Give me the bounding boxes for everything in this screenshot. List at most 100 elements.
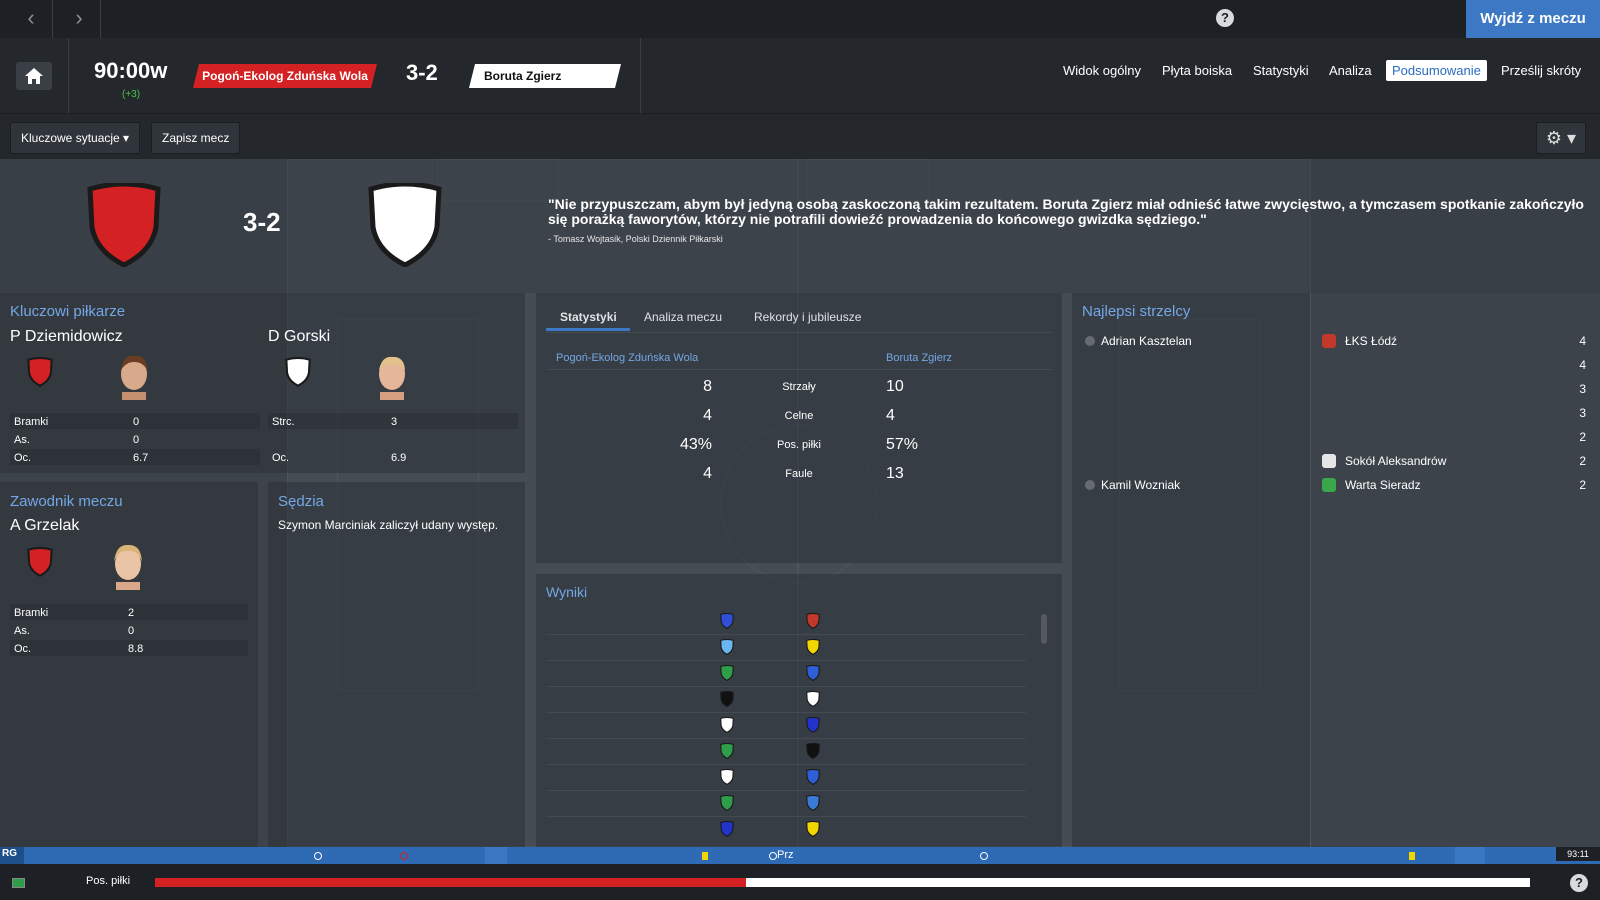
exit-match-button[interactable]: Wyjdź z meczu	[1466, 0, 1600, 38]
timeline-clock: 93:11	[1556, 847, 1600, 861]
home-key-player-name[interactable]: P Dziemidowicz	[10, 328, 123, 346]
referee-title: Sędzia	[278, 493, 324, 510]
tab-upload-highlights[interactable]: Prześlij skróty	[1495, 60, 1587, 81]
forward-button[interactable]: ›	[64, 0, 94, 36]
tab-summary[interactable]: Podsumowanie	[1386, 60, 1487, 81]
divider	[52, 0, 53, 38]
stat-label: Oc.	[14, 643, 32, 655]
scorer-goals: 2	[1579, 454, 1586, 468]
flag-icon	[12, 878, 25, 888]
result-row[interactable]	[546, 637, 1036, 659]
info-icon[interactable]	[1085, 336, 1095, 346]
goal-marker-icon[interactable]	[980, 852, 988, 860]
home-club-shield-icon	[720, 794, 734, 816]
match-timeline[interactable]	[0, 847, 1600, 864]
gear-icon: ⚙ ▾	[1545, 128, 1577, 148]
result-row[interactable]	[546, 741, 1036, 763]
result-row[interactable]	[546, 611, 1036, 633]
stat-value: 0	[128, 625, 135, 637]
stat-value: 6.9	[391, 452, 407, 464]
home-shots: 8	[703, 378, 712, 395]
home-on-target: 4	[703, 407, 712, 424]
home-button[interactable]	[16, 62, 52, 90]
scorer-name[interactable]: Kamil Wozniak	[1101, 478, 1180, 492]
home-club-shield-icon	[27, 357, 53, 387]
help-icon[interactable]: ?	[1570, 874, 1588, 892]
stats-away-team[interactable]: Boruta Zgierz	[886, 352, 952, 364]
possession-label: Pos. piłki	[86, 875, 131, 887]
match-stats-panel	[536, 293, 1062, 563]
home-icon	[25, 68, 43, 84]
scorer-club[interactable]: ŁKS Łódź	[1345, 334, 1397, 348]
tab-analysis[interactable]: Analiza	[1323, 60, 1378, 81]
player-photo	[114, 544, 142, 590]
result-row[interactable]	[546, 767, 1036, 789]
tab-pitch[interactable]: Płyta boiska	[1156, 60, 1238, 81]
result-row[interactable]	[546, 715, 1036, 737]
summary-score: 3-2	[243, 207, 281, 237]
home-club-shield-icon	[720, 612, 734, 634]
goal-marker-icon[interactable]	[400, 852, 408, 860]
stat-label: As.	[14, 625, 30, 637]
stat-label: Faule	[785, 468, 813, 480]
scorer-club[interactable]: Warta Sieradz	[1345, 478, 1421, 492]
results-scrollbar[interactable]	[1041, 614, 1047, 644]
scorer-goals: 4	[1579, 334, 1586, 348]
stats-home-team[interactable]: Pogoń-Ekolog Zduńska Wola	[556, 352, 698, 364]
scorer-name[interactable]: Adrian Kasztelan	[1101, 334, 1192, 348]
away-club-shield-icon	[806, 690, 820, 712]
tab-records[interactable]: Rekordy i jubileusze	[754, 310, 861, 324]
referee-text: Szymon Marciniak zaliczył udany występ.	[278, 518, 499, 532]
stat-label: Pos. piłki	[776, 439, 822, 451]
away-club-shield-icon	[806, 716, 820, 738]
yellow-card-icon[interactable]	[1409, 852, 1415, 860]
help-icon[interactable]: ?	[1216, 9, 1234, 27]
settings-button[interactable]: ⚙ ▾	[1536, 122, 1586, 154]
tab-stats[interactable]: Statystyki	[1247, 60, 1315, 81]
away-club-shield-icon	[806, 664, 820, 686]
stat-label: Oc.	[272, 452, 290, 464]
result-row[interactable]	[546, 689, 1036, 711]
scorer-goals: 3	[1579, 406, 1586, 420]
divider	[640, 38, 641, 113]
save-match-button[interactable]: Zapisz mecz	[151, 122, 241, 154]
home-club-shield-icon	[720, 742, 734, 764]
stat-value: 6.7	[133, 452, 149, 464]
result-row[interactable]	[546, 793, 1036, 815]
scorer-goals: 2	[1579, 478, 1586, 492]
scorer-club[interactable]: Sokół Aleksandrów	[1345, 454, 1446, 468]
tab-statistics[interactable]: Statystyki	[560, 310, 617, 324]
goal-marker-icon[interactable]	[314, 852, 322, 860]
stat-value: 0	[133, 416, 140, 428]
result-row[interactable]	[546, 663, 1036, 685]
away-team-shield-icon	[368, 183, 442, 267]
key-moments-dropdown[interactable]: Kluczowe sytuacje ▾	[10, 122, 141, 154]
man-of-match-panel	[0, 482, 258, 847]
goal-marker-icon[interactable]	[769, 852, 777, 860]
away-club-shield-icon	[806, 638, 820, 660]
key-players-panel	[0, 293, 525, 473]
stat-value: 3	[391, 416, 398, 428]
result-row[interactable]	[546, 819, 1036, 841]
yellow-card-icon[interactable]	[702, 852, 708, 860]
back-button[interactable]: ‹	[16, 0, 46, 36]
away-team-name: Boruta Zgierz	[484, 69, 562, 83]
tab-overview[interactable]: Widok ogólny	[1057, 60, 1147, 81]
home-club-shield-icon	[720, 638, 734, 660]
divider	[546, 686, 1026, 687]
stat-label: Strc.	[272, 416, 295, 428]
info-icon[interactable]	[1085, 480, 1095, 490]
match-clock: 90:00w	[94, 58, 168, 83]
divider	[546, 332, 1052, 333]
possession-bar-home	[155, 878, 746, 887]
divider	[546, 712, 1026, 713]
home-possession: 43%	[679, 436, 712, 453]
home-team-badge[interactable]: Pogoń-Ekolog Zduńska Wola	[193, 64, 377, 88]
away-team-badge[interactable]: Boruta Zgierz	[469, 64, 621, 88]
stat-value: 2	[128, 607, 135, 619]
tab-match-analysis[interactable]: Analiza meczu	[644, 310, 722, 324]
away-key-player-name[interactable]: D Gorski	[268, 328, 330, 346]
man-of-match-name[interactable]: A Grzelak	[10, 517, 79, 535]
club-crest-icon	[1322, 454, 1336, 468]
home-club-shield-icon	[720, 664, 734, 686]
